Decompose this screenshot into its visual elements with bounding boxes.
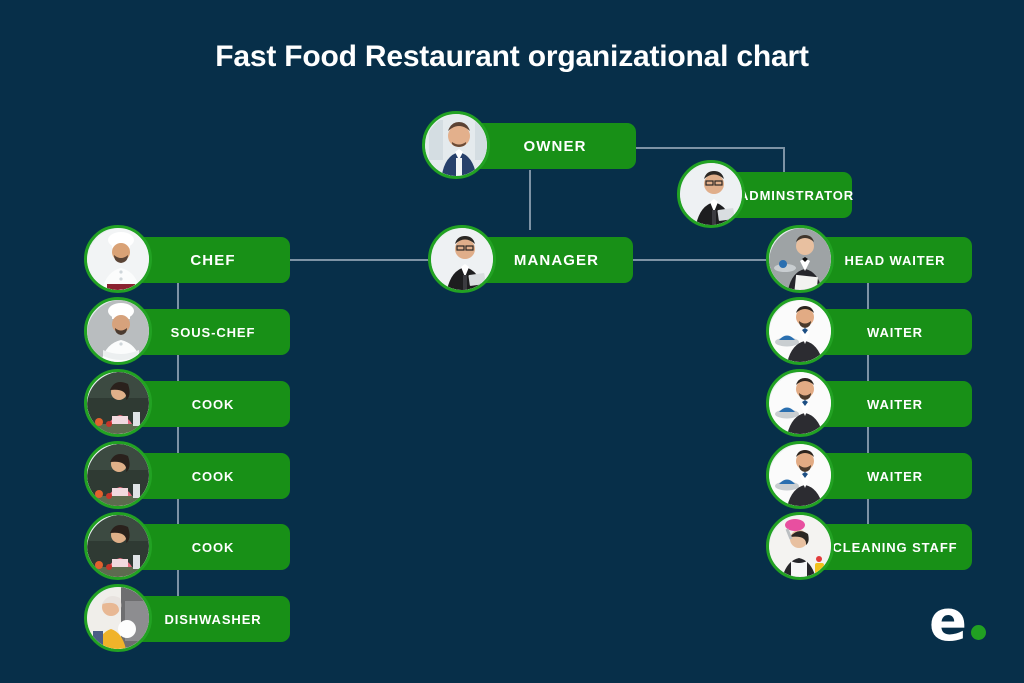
node-manager[interactable]: MANAGER bbox=[428, 225, 633, 293]
node-waiter-3[interactable]: WAITER bbox=[766, 441, 972, 509]
avatar-dishwasher-photo bbox=[87, 587, 149, 649]
avatar-chef bbox=[84, 225, 152, 293]
avatar-head-waiter-photo bbox=[769, 228, 831, 290]
avatar-cook-1 bbox=[84, 369, 152, 437]
avatar-administrator bbox=[677, 160, 745, 228]
node-sous-chef[interactable]: SOUS-CHEF bbox=[84, 297, 290, 365]
page-title: Fast Food Restaurant organizational char… bbox=[215, 40, 809, 73]
node-waiter-2[interactable]: WAITER bbox=[766, 369, 972, 437]
avatar-waiter-2 bbox=[766, 369, 834, 437]
avatar-dishwasher bbox=[84, 584, 152, 652]
brand-logo: e bbox=[929, 589, 986, 654]
node-administrator[interactable]: ADMINSTRATOR bbox=[677, 160, 853, 228]
node-dishwasher[interactable]: DISHWASHER bbox=[84, 584, 290, 652]
node-waiter-1[interactable]: WAITER bbox=[766, 297, 972, 365]
avatar-cook-3 bbox=[84, 512, 152, 580]
avatar-cook-2-photo bbox=[87, 444, 149, 506]
logo-dot-icon bbox=[971, 625, 986, 640]
avatar-cleaning-staff-photo bbox=[769, 515, 831, 577]
avatar-waiter-2-photo bbox=[769, 372, 831, 434]
node-cook-1[interactable]: COOK bbox=[84, 369, 290, 437]
avatar-waiter-1-photo bbox=[769, 300, 831, 362]
node-cook-3[interactable]: COOK bbox=[84, 512, 290, 580]
avatar-cook-1-photo bbox=[87, 372, 149, 434]
avatar-owner-photo bbox=[425, 114, 487, 176]
avatar-manager-photo bbox=[431, 228, 493, 290]
avatar-administrator-photo bbox=[680, 163, 742, 225]
avatar-cook-3-photo bbox=[87, 515, 149, 577]
avatar-waiter-3 bbox=[766, 441, 834, 509]
avatar-waiter-1 bbox=[766, 297, 834, 365]
avatar-chef-photo bbox=[87, 228, 149, 290]
avatar-owner bbox=[422, 111, 490, 179]
node-head-waiter[interactable]: HEAD WAITER bbox=[766, 225, 972, 293]
avatar-cleaning-staff bbox=[766, 512, 834, 580]
avatar-waiter-3-photo bbox=[769, 444, 831, 506]
node-cook-2[interactable]: COOK bbox=[84, 441, 290, 509]
avatar-sous-chef bbox=[84, 297, 152, 365]
avatar-cook-2 bbox=[84, 441, 152, 509]
avatar-sous-chef-photo bbox=[87, 300, 149, 362]
node-cleaning-staff[interactable]: CLEANING STAFF bbox=[766, 512, 972, 580]
node-owner[interactable]: OWNER bbox=[422, 111, 636, 179]
avatar-head-waiter bbox=[766, 225, 834, 293]
node-chef[interactable]: CHEF bbox=[84, 225, 290, 293]
connector-owner-manager bbox=[529, 170, 531, 230]
avatar-manager bbox=[428, 225, 496, 293]
logo-letter-e: e bbox=[929, 589, 967, 654]
org-chart-canvas: Fast Food Restaurant organizational char… bbox=[0, 0, 1024, 683]
